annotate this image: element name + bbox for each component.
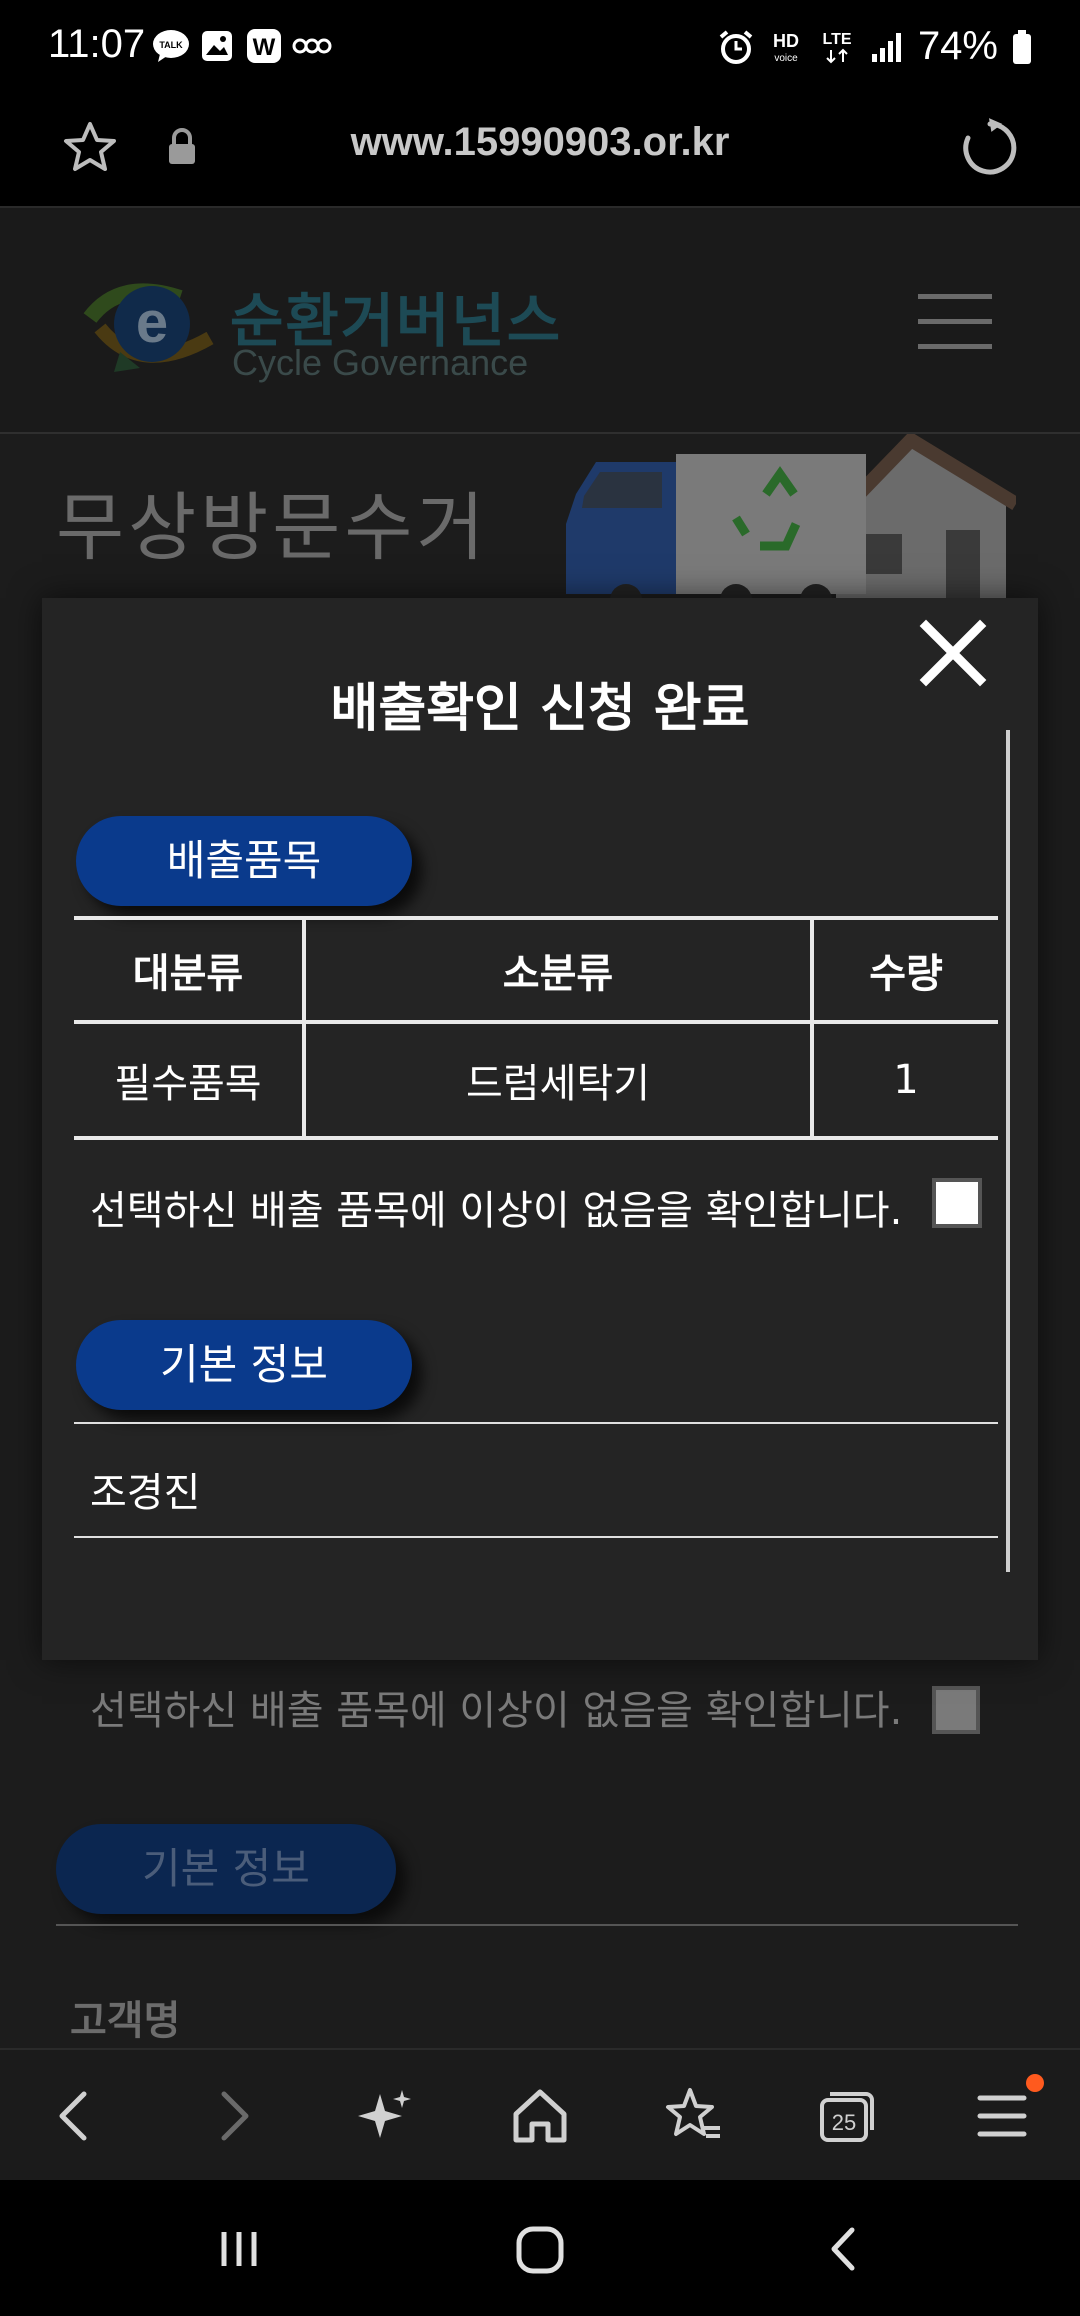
recent-apps-icon[interactable] xyxy=(214,2224,264,2274)
tabs-icon[interactable]: 25 xyxy=(816,2084,880,2148)
status-bar: 11:07 TALK W HD voice LTE 74% xyxy=(0,0,1080,92)
home-icon[interactable] xyxy=(508,2084,572,2148)
logo-e-icon: e xyxy=(83,283,214,372)
home-nav-icon[interactable] xyxy=(514,2224,566,2276)
background-confirm-checkbox xyxy=(932,1686,980,1734)
info-divider-bottom xyxy=(74,1536,998,1538)
browser-url-bar: www.15990903.or.kr xyxy=(0,92,1080,208)
svg-text:W: W xyxy=(253,34,276,61)
site-header: e 순환거버넌스 Cycle Governance xyxy=(0,208,1080,434)
site-menu-icon[interactable] xyxy=(918,294,992,350)
w-app-icon: W xyxy=(247,29,281,63)
header-subcategory: 소분류 xyxy=(302,918,814,1022)
banner-title: 무상방문수거 xyxy=(56,485,489,571)
items-section-pill: 배출품목 xyxy=(76,816,412,906)
browser-menu-icon[interactable] xyxy=(970,2084,1034,2148)
site-logo[interactable]: e 순환거버넌스 Cycle Governance xyxy=(80,268,580,388)
background-customer-label: 고객명 xyxy=(70,1998,181,2044)
hd-voice-icon: HD voice xyxy=(773,31,799,64)
completion-modal: 배출확인 신청 완료 배출품목 대분류 소분류 수량 필수품목 드럼세탁기 1 … xyxy=(42,598,1038,1660)
cell-quantity: 1 xyxy=(810,1022,998,1138)
svg-text:TALK: TALK xyxy=(159,40,183,50)
svg-text:25: 25 xyxy=(832,2110,856,2135)
svg-text:HD: HD xyxy=(773,31,799,51)
table-header-row: 대분류 소분류 수량 xyxy=(74,918,998,1022)
status-right: HD voice LTE 74% xyxy=(718,24,1032,69)
url-text[interactable]: www.15990903.or.kr xyxy=(0,120,1080,165)
background-info-section-pill: 기본 정보 xyxy=(56,1824,396,1914)
items-table: 대분류 소분류 수량 필수품목 드럼세탁기 1 xyxy=(74,916,998,1140)
svg-text:e: e xyxy=(136,290,168,355)
signal-icon xyxy=(871,32,901,62)
more-notifications-icon xyxy=(292,38,332,54)
cell-subcategory: 드럼세탁기 xyxy=(302,1022,814,1138)
svg-text:LTE: LTE xyxy=(822,31,851,48)
back-icon[interactable] xyxy=(44,2084,108,2148)
notification-dot xyxy=(1026,2074,1044,2092)
header-quantity: 수량 xyxy=(810,918,998,1022)
page-banner: 무상방문수거 xyxy=(0,434,1080,614)
customer-name: 조경진 xyxy=(90,1470,201,1516)
forward-icon[interactable] xyxy=(200,2084,264,2148)
ai-sparkle-icon[interactable] xyxy=(354,2084,418,2148)
battery-icon xyxy=(1013,29,1031,64)
table-row: 필수품목 드럼세탁기 1 xyxy=(74,1022,998,1138)
confirm-checkbox[interactable] xyxy=(932,1178,982,1228)
lte-icon: LTE xyxy=(822,31,852,63)
background-confirm-text: 선택하신 배출 품목에 이상이 없음을 확인합니다. xyxy=(90,1688,903,1734)
bookmarks-icon[interactable] xyxy=(662,2084,726,2148)
background-divider xyxy=(56,1924,1018,1926)
battery-percentage: 74% xyxy=(917,24,998,68)
reload-icon[interactable] xyxy=(958,116,1022,180)
back-nav-icon[interactable] xyxy=(820,2224,870,2274)
confirm-text: 선택하신 배출 품목에 이상이 없음을 확인합니다. xyxy=(90,1188,903,1234)
status-time: 11:07 xyxy=(48,22,146,66)
alarm-icon xyxy=(719,29,753,64)
system-nav-bar xyxy=(0,2180,1080,2316)
talk-notification-icon: TALK xyxy=(153,30,189,62)
logo-english-text: Cycle Governance xyxy=(232,342,529,383)
modal-title: 배출확인 신청 완료 xyxy=(330,679,750,739)
gallery-notification-icon xyxy=(202,31,232,61)
modal-scrollbar[interactable] xyxy=(1006,730,1010,1572)
info-section-pill: 기본 정보 xyxy=(76,1320,412,1410)
info-divider-top xyxy=(74,1422,998,1424)
cell-category: 필수품목 xyxy=(74,1022,306,1138)
browser-toolbar: 25 xyxy=(0,2048,1080,2180)
truck-house-illustration xyxy=(566,434,1016,614)
svg-text:voice: voice xyxy=(774,53,798,64)
header-category: 대분류 xyxy=(74,918,306,1022)
